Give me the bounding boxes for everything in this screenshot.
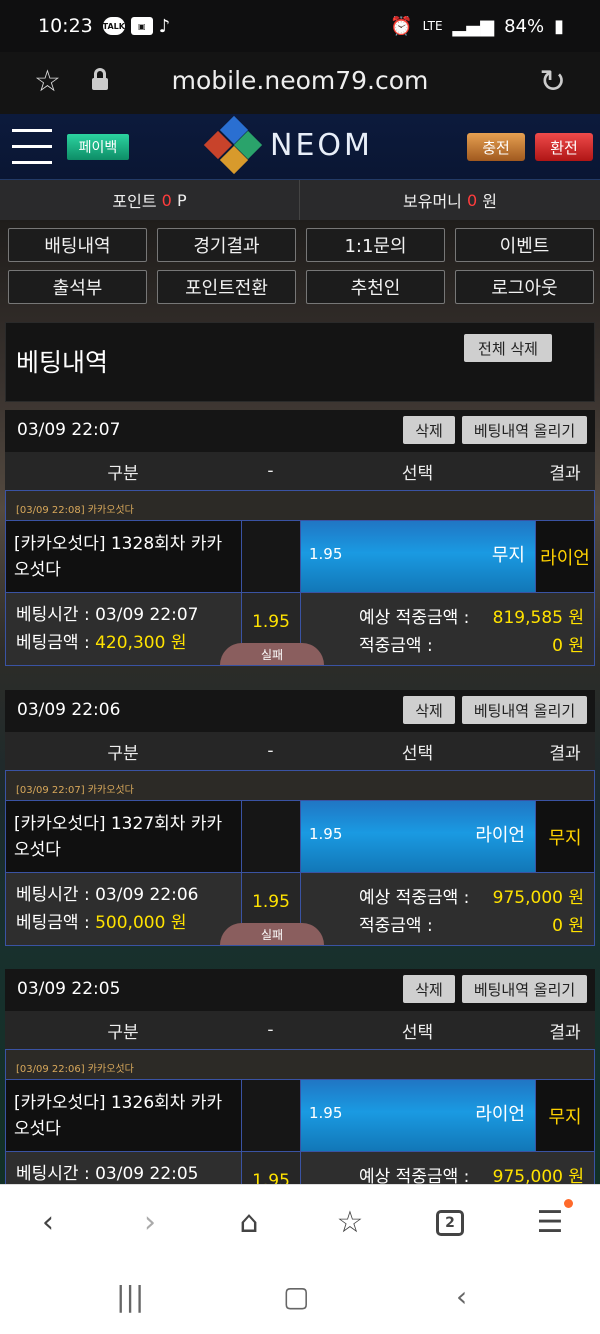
upload-bet-button[interactable]: 베팅내역 올리기 xyxy=(462,696,587,724)
delete-button[interactable]: 삭제 xyxy=(403,975,455,1003)
status-bar: 10:23 TALK ▣ ♪ ⏰ LTE ▂▄▆ 84% ▮ xyxy=(0,0,600,52)
bookmarks-icon[interactable]: ☆ xyxy=(330,1203,370,1243)
won-amount: 0 원 xyxy=(552,636,584,656)
status-badge: 실패 xyxy=(220,643,324,665)
delete-all-button[interactable]: 전체 삭제 xyxy=(464,334,552,362)
selection-cell: 1.95 라이언 xyxy=(301,1080,536,1151)
home-icon[interactable]: ⌂ xyxy=(229,1203,269,1243)
back-icon[interactable]: ‹ xyxy=(28,1203,68,1243)
selection-odds: 1.95 xyxy=(309,825,343,843)
menu-point-conversion[interactable]: 포인트전환 xyxy=(157,270,296,304)
bet-date: 03/09 22:07 xyxy=(17,420,121,440)
point-balance: 포인트 0 P xyxy=(0,180,300,220)
alarm-icon: ⏰ xyxy=(390,15,413,37)
url-text[interactable]: mobile.neom79.com xyxy=(0,66,600,95)
status-badge: 실패 xyxy=(220,923,324,945)
won-amount: 0 원 xyxy=(552,916,584,936)
menu-logout[interactable]: 로그아웃 xyxy=(455,270,594,304)
gallery-icon: ▣ xyxy=(130,17,153,35)
money-value: 0 xyxy=(466,190,478,210)
game-name: [카카오섯다] 1327회차 카카오섯다 xyxy=(6,801,242,872)
selection-odds: 1.95 xyxy=(309,1104,343,1122)
money-balance: 보유머니 0 원 xyxy=(403,190,497,212)
game-name: [카카오섯다] 1326회차 카카오섯다 xyxy=(6,1080,242,1151)
signal-icon: ▂▄▆ xyxy=(452,15,495,37)
reload-icon[interactable]: ↻ xyxy=(539,62,566,100)
column-header: 구분 - 선택 결과 xyxy=(5,732,595,770)
bet-card: 03/09 22:06 삭제 베팅내역 올리기 구분 - 선택 결과 [03/0… xyxy=(5,690,595,946)
hamburger-menu-icon[interactable] xyxy=(12,129,52,167)
menu-events[interactable]: 이벤트 xyxy=(455,228,594,262)
logo-mark-icon xyxy=(203,115,263,175)
bet-tag: [03/09 22:06] 카카오섯다 xyxy=(6,1050,594,1080)
home-button-icon[interactable]: ▢ xyxy=(283,1280,309,1313)
neom-logo[interactable]: NEOM xyxy=(203,115,388,175)
payback-button[interactable]: 페이백 xyxy=(67,134,129,160)
browser-url-bar: ☆ mobile.neom79.com ↻ xyxy=(0,52,600,114)
selection-pick: 무지 xyxy=(491,545,525,566)
menu-attendance[interactable]: 출석부 xyxy=(8,270,147,304)
expected-amount: 819,585 원 xyxy=(492,608,584,628)
bet-time: 03/09 22:06 xyxy=(95,885,199,905)
bet-card: 03/09 22:05 삭제 베팅내역 올리기 구분 - 선택 결과 [03/0… xyxy=(5,969,595,1184)
upload-bet-button[interactable]: 베팅내역 올리기 xyxy=(462,416,587,444)
system-nav-bar: ||| ▢ ‹ xyxy=(0,1260,600,1334)
bet-amount: 500,000 원 xyxy=(95,913,187,933)
menu-inquiry[interactable]: 1:1문의 xyxy=(306,228,445,262)
battery-percent: 84% xyxy=(504,15,545,37)
points-bar: 포인트 0 P 보유머니 0 원 xyxy=(0,180,600,220)
lte-icon: LTE xyxy=(422,19,443,33)
battery-icon: ▮ xyxy=(554,15,564,37)
bet-date: 03/09 22:05 xyxy=(17,979,121,999)
logo-text: NEOM xyxy=(270,128,373,163)
site-header: 페이백 NEOM 충전 환전 xyxy=(0,114,600,180)
exchange-button[interactable]: 환전 xyxy=(535,133,593,161)
game-name: [카카오섯다] 1328회차 카카오섯다 xyxy=(6,521,242,592)
tiktok-icon: ♪ xyxy=(158,15,171,37)
browser-toolbar: ‹ › ⌂ ☆ 2 ☰ xyxy=(0,1184,600,1260)
selection-odds: 1.95 xyxy=(309,545,343,563)
selection-cell: 1.95 무지 xyxy=(301,521,536,592)
bet-tag: [03/09 22:08] 카카오섯다 xyxy=(6,491,594,521)
kakaotalk-icon: TALK xyxy=(103,17,125,35)
expected-amount: 975,000 원 xyxy=(492,1167,584,1184)
delete-button[interactable]: 삭제 xyxy=(403,696,455,724)
menu-icon[interactable]: ☰ xyxy=(530,1203,570,1243)
bet-time: 03/09 22:05 xyxy=(95,1164,199,1184)
delete-button[interactable]: 삭제 xyxy=(403,416,455,444)
selection-pick: 라이언 xyxy=(475,825,525,846)
charge-button[interactable]: 충전 xyxy=(467,133,525,161)
column-header: 구분 - 선택 결과 xyxy=(5,452,595,490)
bet-amount: 420,300 원 xyxy=(95,633,187,653)
point-value: 0 xyxy=(161,190,172,210)
result-value: 라이언 xyxy=(536,521,594,592)
page-title: 베팅내역 xyxy=(16,348,109,377)
selection-pick: 라이언 xyxy=(475,1104,525,1125)
tabs-icon[interactable]: 2 xyxy=(436,1210,464,1236)
recent-apps-icon[interactable]: ||| xyxy=(116,1280,144,1313)
notification-dot xyxy=(564,1199,573,1208)
result-value: 무지 xyxy=(536,801,594,872)
bet-card: 03/09 22:07 삭제 베팅내역 올리기 구분 - 선택 결과 [03/0… xyxy=(5,410,595,666)
clock: 10:23 xyxy=(38,15,93,37)
bet-time: 03/09 22:07 xyxy=(95,605,199,625)
bet-date: 03/09 22:06 xyxy=(17,700,121,720)
result-value: 무지 xyxy=(536,1080,594,1151)
menu-bet-history[interactable]: 배팅내역 xyxy=(8,228,147,262)
total-odds: 1.95 xyxy=(242,1152,301,1184)
main-menu: 배팅내역 경기결과 1:1문의 이벤트 출석부 포인트전환 추천인 로그아웃 xyxy=(8,228,596,304)
forward-icon[interactable]: › xyxy=(130,1203,170,1243)
column-header: 구분 - 선택 결과 xyxy=(5,1011,595,1049)
upload-bet-button[interactable]: 베팅내역 올리기 xyxy=(462,975,587,1003)
menu-match-results[interactable]: 경기결과 xyxy=(157,228,296,262)
expected-amount: 975,000 원 xyxy=(492,888,584,908)
menu-referral[interactable]: 추천인 xyxy=(306,270,445,304)
selection-cell: 1.95 라이언 xyxy=(301,801,536,872)
bet-tag: [03/09 22:07] 카카오섯다 xyxy=(6,771,594,801)
nav-back-icon[interactable]: ‹ xyxy=(456,1280,467,1313)
bet-history-header: 베팅내역 전체 삭제 xyxy=(5,322,595,402)
